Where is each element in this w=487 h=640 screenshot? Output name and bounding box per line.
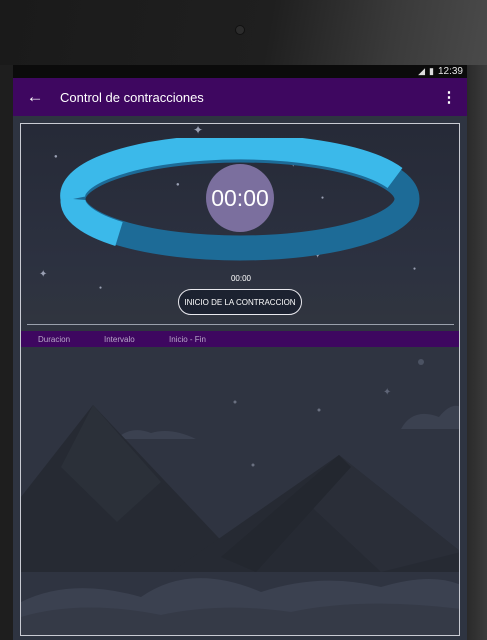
status-time: 12:39 bbox=[437, 66, 463, 77]
column-header-start-end: Inicio - Fin bbox=[169, 334, 206, 344]
app-screen: ◢ ▮ 12:39 ← Control de contracciones ⋮ ●… bbox=[13, 65, 467, 640]
overflow-menu-button[interactable]: ⋮ bbox=[439, 78, 459, 116]
status-bar: ◢ ▮ 12:39 bbox=[13, 65, 467, 78]
elapsed-time-label: 00:00 bbox=[230, 274, 252, 283]
divider bbox=[27, 324, 454, 325]
content-panel: ● ✦ ● ✦ ● ✦ ✦ ● ● ● 00:00 00:00 INICIO D… bbox=[20, 123, 460, 636]
more-vert-icon: ⋮ bbox=[441, 89, 457, 106]
mountain-landscape-background: ✦ ✦ bbox=[21, 347, 459, 635]
device-bezel-right bbox=[467, 65, 487, 640]
star-decoration: ● bbox=[413, 266, 417, 272]
column-header-duration: Duracion bbox=[38, 334, 71, 344]
device-bezel-left bbox=[0, 65, 13, 640]
sky-background: ● ✦ ● ✦ ● ✦ ✦ ● ● ● 00:00 00:00 INICIO D… bbox=[21, 123, 459, 320]
star-decoration: ● bbox=[99, 285, 103, 291]
timer-display: 00:00 bbox=[206, 164, 274, 232]
page-title: Control de contracciones bbox=[60, 89, 204, 105]
back-button[interactable]: ← bbox=[17, 78, 53, 116]
app-bar: ← Control de contracciones ⋮ bbox=[13, 78, 467, 116]
svg-text:✦: ✦ bbox=[383, 387, 391, 398]
arrow-back-icon: ← bbox=[26, 87, 44, 106]
device-bezel-top bbox=[0, 0, 487, 65]
camera-icon bbox=[236, 26, 244, 34]
table-header: Duracion Intervalo Inicio - Fin bbox=[21, 331, 459, 347]
star-decoration: ● bbox=[54, 154, 58, 160]
start-contraction-button[interactable]: INICIO DE LA CONTRACCION bbox=[178, 289, 302, 315]
battery-icon: ▮ bbox=[429, 66, 434, 76]
star-decoration: ✦ bbox=[193, 123, 204, 137]
signal-icon: ◢ bbox=[418, 66, 426, 76]
column-header-interval: Intervalo bbox=[104, 334, 135, 344]
